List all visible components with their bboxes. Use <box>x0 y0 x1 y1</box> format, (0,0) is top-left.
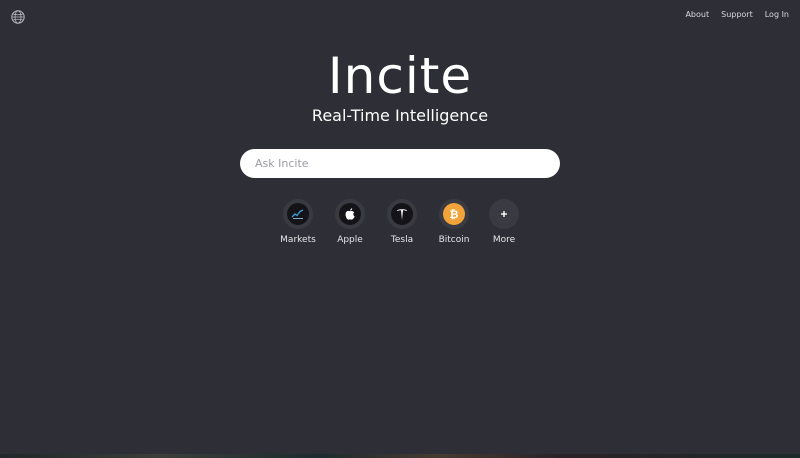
shortcut-more[interactable]: More <box>482 199 526 245</box>
shortcut-tesla-circle <box>387 199 417 229</box>
plus-icon <box>493 203 515 225</box>
shortcut-label: Bitcoin <box>438 235 470 245</box>
nav-login-link[interactable]: Log In <box>765 10 789 19</box>
shortcut-markets-circle <box>283 199 313 229</box>
top-nav: About Support Log In <box>685 10 789 19</box>
shortcut-apple[interactable]: Apple <box>328 199 372 245</box>
shortcut-tesla[interactable]: Tesla <box>380 199 424 245</box>
brand-title: Incite <box>327 47 473 105</box>
tesla-icon <box>391 203 413 225</box>
shortcut-label: Apple <box>337 235 363 245</box>
nav-support-link[interactable]: Support <box>721 10 753 19</box>
search-input[interactable] <box>253 156 547 171</box>
brand-subtitle: Real-Time Intelligence <box>311 106 489 125</box>
shortcut-bitcoin[interactable]: ₿ Bitcoin <box>432 199 476 245</box>
shortcut-markets[interactable]: Markets <box>276 199 320 245</box>
bottom-strip <box>0 454 800 458</box>
shortcut-more-circle <box>489 199 519 229</box>
search-bar <box>240 149 560 178</box>
svg-text:₿: ₿ <box>450 208 459 221</box>
markets-chart-icon <box>287 203 309 225</box>
nav-about-link[interactable]: About <box>685 10 709 19</box>
globe-icon[interactable] <box>11 9 25 24</box>
bitcoin-icon: ₿ <box>443 203 465 225</box>
shortcut-label: More <box>492 235 516 245</box>
shortcut-list: Markets Apple Tesla ₿ Bitcoin More <box>276 199 526 255</box>
apple-icon <box>339 203 361 225</box>
page: About Support Log In Incite Real-Time In… <box>0 0 800 458</box>
shortcut-label: Tesla <box>390 235 414 245</box>
shortcut-label: Markets <box>280 235 316 245</box>
shortcut-bitcoin-circle: ₿ <box>439 199 469 229</box>
shortcut-apple-circle <box>335 199 365 229</box>
